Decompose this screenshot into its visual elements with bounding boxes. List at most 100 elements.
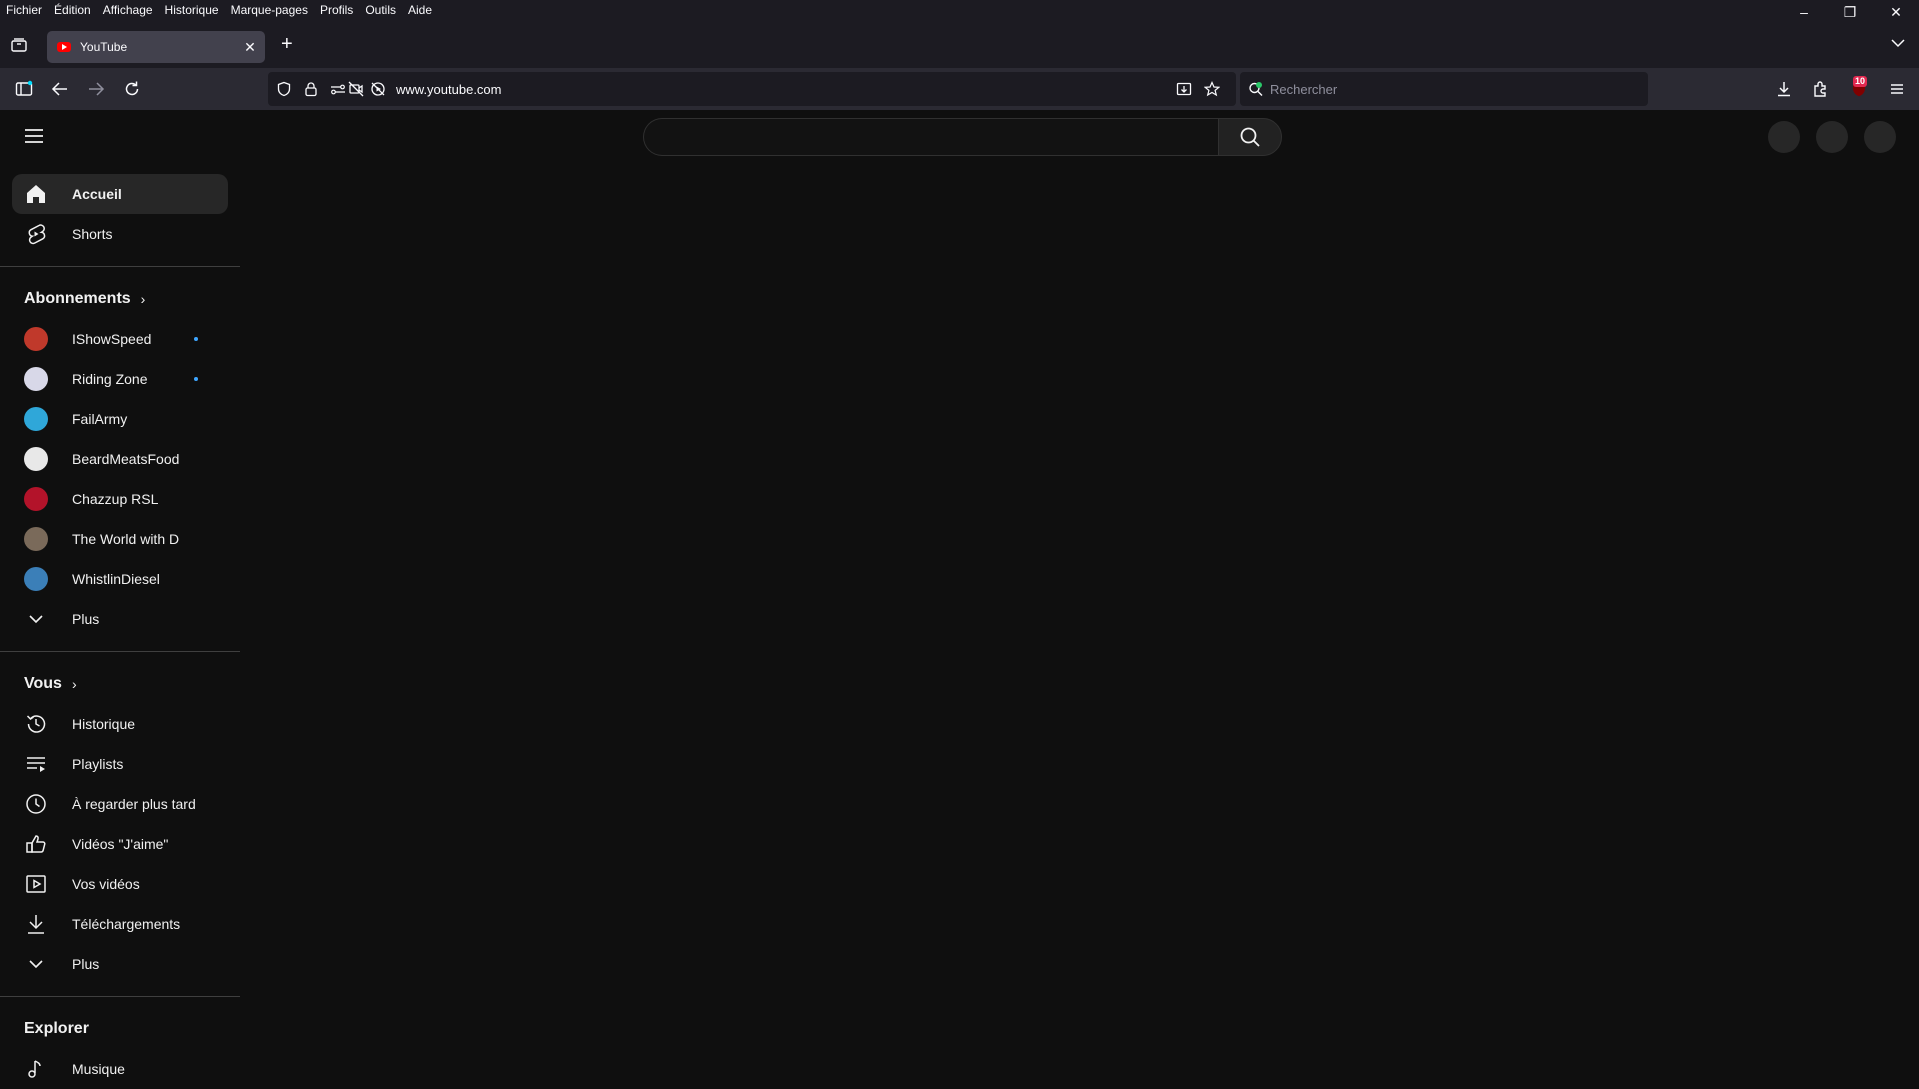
sidebar-item-you-more[interactable]: Plus <box>12 944 228 984</box>
sidebar-item-label: Playlists <box>72 756 124 772</box>
sidebar-item-label: IShowSpeed <box>72 331 152 347</box>
sidebar-item-label: FailArmy <box>72 411 128 427</box>
sidebar-item-playlists[interactable]: Playlists <box>12 744 228 784</box>
chevron-right-icon: › <box>140 291 146 307</box>
downloads-icon[interactable] <box>1775 80 1793 98</box>
history-icon <box>24 712 48 736</box>
create-button-placeholder[interactable] <box>1768 121 1800 153</box>
youtube-page: Accueil Shorts Abonnements › IShowSpeed … <box>0 110 1919 1078</box>
sidebar-item-liked-videos[interactable]: Vidéos "J'aime" <box>12 824 228 864</box>
tab-list-chevron-down-icon[interactable] <box>1891 38 1905 48</box>
sidebar: Accueil Shorts Abonnements › IShowSpeed … <box>0 174 240 1089</box>
channel-avatar <box>24 367 48 391</box>
menu-outils[interactable]: Outils <box>359 0 402 20</box>
sidebar-item-telechargements[interactable]: Téléchargements <box>12 904 228 944</box>
sidebar-item-label: BeardMeatsFood <box>72 451 180 467</box>
search-engine-icon[interactable] <box>1248 81 1264 97</box>
sidebar-item-whistlindiesel[interactable]: WhistlinDiesel <box>12 559 228 599</box>
sidebar-item-shorts[interactable]: Shorts <box>12 214 228 254</box>
section-title: Abonnements <box>24 290 131 307</box>
your-videos-icon <box>24 872 48 896</box>
permissions-icon[interactable] <box>330 81 346 97</box>
sidebar-item-label: Shorts <box>72 226 113 242</box>
sidebar-item-label: Vidéos "J'aime" <box>72 836 169 852</box>
menu-edition[interactable]: Édition <box>48 0 97 20</box>
channel-avatar <box>24 567 48 591</box>
sidebar-item-riding-zone[interactable]: Riding Zone <box>12 359 228 399</box>
sidebar-item-label: Historique <box>72 716 136 732</box>
extensions-puzzle-icon[interactable] <box>1812 80 1830 98</box>
tab-title: YouTube <box>80 40 128 54</box>
youtube-search-input[interactable] <box>643 118 1218 156</box>
watch-later-icon <box>24 792 48 816</box>
hamburger-menu-icon[interactable] <box>24 128 44 144</box>
menu-fichier[interactable]: Fichier <box>0 0 48 20</box>
sidebar-item-failarmy[interactable]: FailArmy <box>12 399 228 439</box>
lock-icon[interactable] <box>303 81 319 97</box>
sidebar-item-musique[interactable]: Musique <box>12 1049 228 1089</box>
downloads-icon <box>24 912 48 936</box>
sidebar-item-label: Vos vidéos <box>72 876 140 892</box>
new-content-dot <box>194 337 198 341</box>
sidebar-item-historique[interactable]: Historique <box>12 704 228 744</box>
chevron-right-icon: › <box>71 676 77 692</box>
sidebar-item-label: À regarder plus tard <box>72 796 196 812</box>
section-title: Vous <box>24 675 62 692</box>
menu-marque-pages[interactable]: Marque-pages <box>225 0 314 20</box>
divider <box>0 266 240 267</box>
navigation-bar: www.youtube.com Rechercher <box>0 68 1919 110</box>
sidebar-item-label: Chazzup RSL <box>72 491 159 507</box>
sidebar-item-label: Téléchargements <box>72 916 181 932</box>
section-title: Explorer <box>24 1020 89 1037</box>
reload-icon[interactable] <box>123 80 141 98</box>
menu-profils[interactable]: Profils <box>314 0 359 20</box>
like-icon <box>24 832 48 856</box>
sidebar-item-label: WhistlinDiesel <box>72 571 160 587</box>
sidebar-item-the-world-with-d[interactable]: The World with D <box>12 519 228 559</box>
browser-search-bar[interactable]: Rechercher <box>1240 72 1648 106</box>
channel-avatar <box>24 487 48 511</box>
menu-bar: Fichier Édition Affichage Historique Mar… <box>0 0 1919 20</box>
extension-badge-count: 10 <box>1853 76 1868 87</box>
camera-blocked-icon[interactable] <box>348 81 364 97</box>
autoplay-blocked-icon[interactable] <box>370 81 386 97</box>
new-tab-button[interactable]: + <box>281 34 293 54</box>
menu-affichage[interactable]: Affichage <box>97 0 159 20</box>
sidebar-item-label: Accueil <box>72 186 122 202</box>
sidebar-item-subscriptions-more[interactable]: Plus <box>12 599 228 639</box>
sidebar-item-beardmeatsfood[interactable]: BeardMeatsFood <box>12 439 228 479</box>
chevron-down-icon <box>24 952 48 976</box>
tab-close-button[interactable]: ✕ <box>241 39 259 56</box>
app-menu-icon[interactable] <box>1888 80 1906 98</box>
sidebar-item-chazzup-rsl[interactable]: Chazzup RSL <box>12 479 228 519</box>
forward-arrow-icon[interactable] <box>87 80 105 98</box>
subscriptions-header[interactable]: Abonnements › <box>24 279 240 319</box>
sidebar-item-ishowspeed[interactable]: IShowSpeed <box>12 319 228 359</box>
bookmark-star-icon[interactable] <box>1204 81 1220 97</box>
menu-aide[interactable]: Aide <box>402 0 438 20</box>
reader-view-icon[interactable] <box>1176 81 1192 97</box>
sidebar-item-your-videos[interactable]: Vos vidéos <box>12 864 228 904</box>
url-text[interactable]: www.youtube.com <box>396 82 502 97</box>
tracking-protection-shield-icon[interactable] <box>276 81 292 97</box>
channel-avatar <box>24 527 48 551</box>
sidebar-item-label: Plus <box>72 956 100 972</box>
channel-avatar <box>24 407 48 431</box>
search-icon <box>1240 127 1260 147</box>
home-icon <box>24 182 48 206</box>
sidebar-item-watch-later[interactable]: À regarder plus tard <box>12 784 228 824</box>
tab-manager-icon[interactable] <box>10 36 28 54</box>
url-bar[interactable]: www.youtube.com <box>268 72 1236 106</box>
menu-historique[interactable]: Historique <box>159 0 225 20</box>
you-header[interactable]: Vous › <box>24 664 240 704</box>
explore-header: Explorer <box>24 1009 240 1049</box>
back-arrow-icon[interactable] <box>51 80 69 98</box>
shorts-icon <box>24 222 48 246</box>
avatar[interactable] <box>1864 121 1896 153</box>
notifications-button-placeholder[interactable] <box>1816 121 1848 153</box>
search-placeholder: Rechercher <box>1270 82 1338 97</box>
sidebar-toggle-icon[interactable] <box>15 80 33 98</box>
sidebar-item-accueil[interactable]: Accueil <box>12 174 228 214</box>
youtube-search-button[interactable] <box>1218 118 1282 156</box>
tab-youtube[interactable]: YouTube ✕ <box>47 31 265 63</box>
